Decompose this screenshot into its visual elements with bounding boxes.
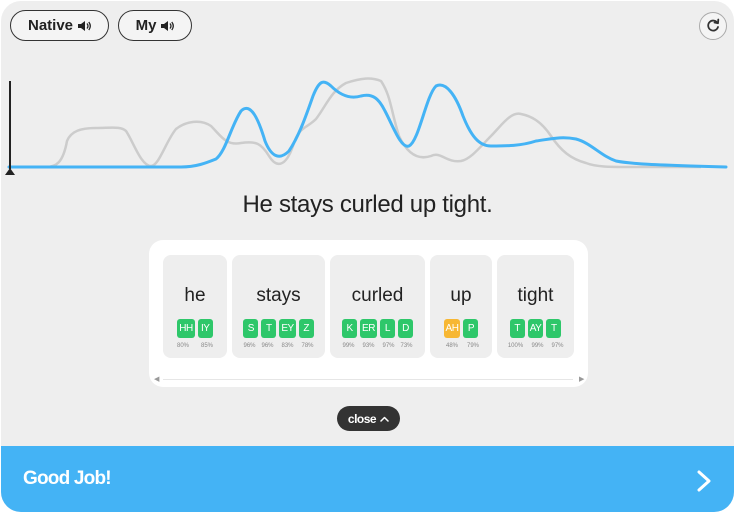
phoneme-score: 79% (466, 343, 479, 349)
phoneme-badge: Z (298, 319, 314, 338)
horizontal-scrollbar[interactable] (163, 379, 573, 380)
phoneme-badge: AH (443, 319, 461, 338)
word-text: up (450, 285, 472, 306)
scroll-left-arrow-icon[interactable]: ◀ (154, 375, 159, 383)
phoneme-score: 97% (382, 343, 395, 349)
speaker-icon (78, 20, 91, 31)
word-text: curled (351, 285, 404, 306)
phoneme-badge: T (546, 319, 562, 338)
feedback-card: Native My He stays curled up tight. he H… (1, 1, 734, 512)
phoneme-score: 83% (281, 343, 294, 349)
phoneme-badge: ER (360, 319, 377, 338)
word-text: tight (517, 285, 554, 306)
word-card[interactable]: curled K ER L D 99% 93% 97% 73% (330, 255, 425, 358)
phoneme-badge: HH (177, 319, 195, 338)
word-scores-panel: he HH IY 80% 85% stays S T EY Z 96% 96% … (149, 240, 588, 387)
result-footer: Good Job! (1, 446, 734, 512)
phoneme-score: 80% (176, 343, 189, 349)
my-label: My (135, 17, 157, 34)
phoneme-score: 85% (200, 343, 213, 349)
phoneme-badge: K (342, 319, 358, 338)
phoneme-score: 99% (342, 343, 355, 349)
native-pitch-line (9, 77, 701, 169)
phoneme-badge: P (463, 319, 479, 338)
phoneme-badge: IY (197, 319, 213, 338)
phoneme-score: 96% (261, 343, 274, 349)
refresh-button[interactable] (699, 12, 727, 40)
phoneme-score: 73% (400, 343, 413, 349)
phoneme-score: 99% (531, 343, 544, 349)
native-audio-button[interactable]: Native (10, 10, 109, 41)
phoneme-score: 48% (445, 343, 458, 349)
phoneme-score: 97% (551, 343, 564, 349)
phoneme-badge: EY (279, 319, 296, 338)
chevron-right-icon[interactable] (689, 466, 719, 496)
phoneme-score: 78% (301, 343, 314, 349)
refresh-icon (707, 18, 720, 32)
phoneme-score: 96% (243, 343, 256, 349)
phoneme-badge: T (261, 319, 277, 338)
pitch-waveform (5, 77, 728, 175)
phoneme-badge: T (509, 319, 525, 338)
word-card[interactable]: up AH P 48% 79% (430, 255, 492, 358)
phoneme-badge: L (379, 319, 395, 338)
phoneme-badge: AY (527, 319, 544, 338)
result-title: Good Job! (23, 468, 112, 489)
scroll-right-arrow-icon[interactable]: ▶ (579, 375, 584, 383)
speaker-icon (161, 20, 175, 31)
word-text: stays (256, 285, 301, 306)
word-card[interactable]: tight T AY T 100% 99% 97% (497, 255, 574, 358)
word-text: he (184, 285, 206, 306)
phoneme-score: 93% (362, 343, 375, 349)
close-button[interactable]: close (337, 406, 400, 431)
my-audio-button[interactable]: My (118, 10, 192, 41)
user-pitch-line (7, 80, 728, 169)
close-label: close (347, 411, 377, 426)
native-label: Native (27, 17, 74, 34)
phoneme-badge: S (243, 319, 259, 338)
playhead-marker (5, 168, 15, 175)
sentence-text: He stays curled up tight. (242, 191, 493, 218)
phoneme-badge: D (397, 319, 413, 338)
word-card[interactable]: stays S T EY Z 96% 96% 83% 78% (232, 255, 325, 358)
word-card[interactable]: he HH IY 80% 85% (163, 255, 227, 358)
phoneme-score: 100% (507, 343, 524, 349)
chevron-up-icon (380, 416, 389, 422)
